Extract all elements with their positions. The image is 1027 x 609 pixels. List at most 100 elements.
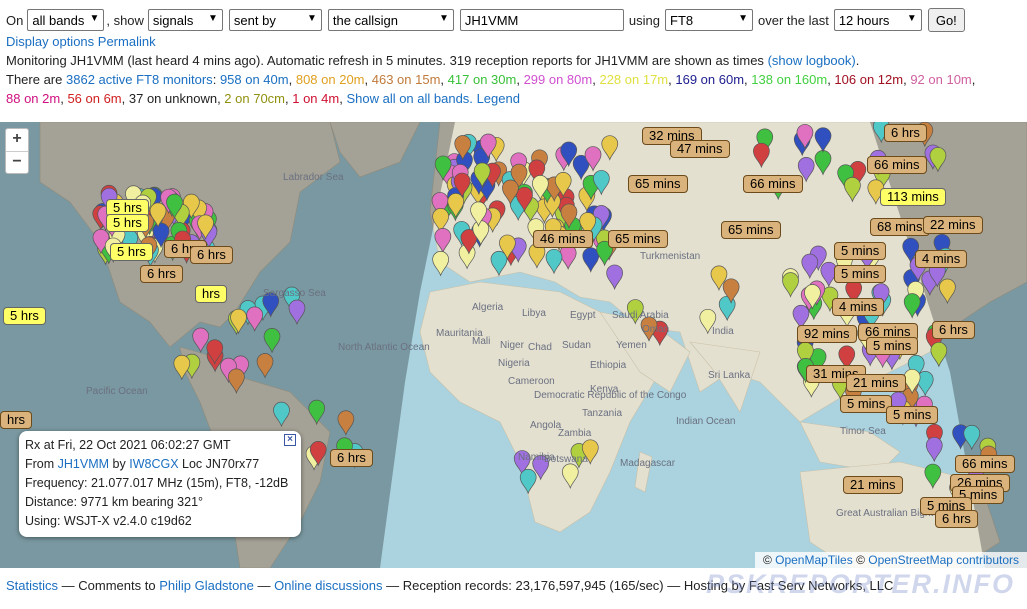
band-counts-list-3: 2 on 70cm, 1 on 4m, (224, 91, 347, 106)
band-count: 463 on 15m (371, 72, 441, 87)
report-age-label[interactable]: 92 mins (797, 325, 857, 343)
reception-map[interactable]: Labrador Sea Sargasso Sea North Atlantic… (0, 122, 1027, 568)
report-age-label[interactable]: 5 hrs (106, 214, 149, 232)
show-select[interactable]: signals (147, 9, 223, 31)
band-count: 228 on 17m (599, 72, 669, 87)
on-label: On (6, 12, 24, 28)
monitors-colon: : (212, 72, 217, 87)
report-age-label[interactable]: 22 mins (923, 216, 983, 234)
show-select-wrap[interactable]: signals ▼ (147, 9, 223, 31)
statistics-link[interactable]: Statistics (6, 578, 58, 593)
footer-text: — (257, 578, 271, 593)
report-age-label[interactable]: 66 mins (867, 156, 927, 174)
band-count: 56 on 6m (67, 91, 122, 106)
band-count: 958 on 40m (219, 72, 289, 87)
report-age-label[interactable]: 47 mins (670, 140, 730, 158)
popup-distance: Distance: 9771 km bearing 321° (25, 495, 204, 509)
report-age-label[interactable]: 66 mins (955, 455, 1015, 473)
online-discussions-link[interactable]: Online discussions (274, 578, 382, 593)
report-age-label[interactable]: 6 hrs (932, 321, 975, 339)
monitors-prefix: There are (6, 72, 63, 87)
popup-by-callsign-link[interactable]: IW8CGX (129, 457, 178, 471)
zoom-in-button[interactable]: + (6, 129, 28, 151)
mode-select-wrap[interactable]: FT8 ▼ (665, 9, 753, 31)
place-label: Egypt (570, 310, 596, 321)
report-age-label[interactable]: 65 mins (608, 230, 668, 248)
openmaptiles-link[interactable]: OpenMapTiles (775, 553, 853, 567)
period-select-wrap[interactable]: 12 hours ▼ (833, 9, 922, 31)
zoom-out-button[interactable]: − (6, 151, 28, 173)
place-label: Timor Sea (840, 426, 886, 437)
band-count: 169 on 60m (675, 72, 745, 87)
map-marker-icon[interactable] (432, 251, 449, 277)
band-select-wrap[interactable]: all bands ▼ (27, 9, 105, 31)
popup-frequency: Frequency: 21.077.017 MHz (15m), FT8, -1… (25, 476, 289, 490)
report-age-label[interactable]: 68 mins (870, 218, 930, 236)
target-select-wrap[interactable]: the callsign ▼ (327, 9, 454, 31)
go-button[interactable]: Go! (927, 8, 965, 32)
place-label: Indian Ocean (676, 416, 736, 427)
report-age-label[interactable]: 5 mins (834, 265, 887, 283)
report-age-label[interactable]: 6 hrs (330, 449, 373, 467)
direction-select-wrap[interactable]: sent by ▼ (228, 9, 322, 31)
place-label: Angola (530, 420, 562, 431)
report-age-label[interactable]: 6 hrs (935, 510, 978, 528)
band-select[interactable]: all bands (27, 9, 105, 31)
report-age-label[interactable]: hrs (0, 411, 33, 429)
map-marker-icon[interactable] (930, 342, 948, 368)
direction-select[interactable]: sent by (228, 9, 322, 31)
report-age-label[interactable]: hrs (195, 285, 228, 303)
report-age-label[interactable]: 6 hrs (190, 246, 233, 264)
report-age-label[interactable]: 21 mins (843, 476, 903, 494)
place-label: Cameroon (508, 376, 555, 387)
report-age-label[interactable]: 5 mins (866, 337, 919, 355)
options-links: Display options Permalink (6, 34, 156, 49)
report-age-label[interactable]: 6 hrs (140, 265, 183, 283)
show-logbook-link[interactable]: (show logbook) (768, 53, 856, 68)
reception-records-text: — Reception records: 23,176,597,945 (165… (386, 578, 746, 593)
permalink-link[interactable]: Permalink (98, 34, 156, 49)
band-counts-list-2: 88 on 2m, 56 on 6m, (6, 91, 129, 106)
popup-from-label: From (25, 457, 55, 471)
show-all-bands-link[interactable]: Show all on all bands. (346, 91, 472, 106)
active-monitors-link[interactable]: 3862 active FT8 monitors (66, 72, 213, 87)
mode-select[interactable]: FT8 (665, 9, 753, 31)
place-label: Mauritania (436, 328, 483, 339)
popup-from-callsign-link[interactable]: JH1VMM (58, 457, 109, 471)
place-label: Nigeria (498, 358, 530, 369)
period-select[interactable]: 12 hours (833, 9, 922, 31)
openstreetmap-link[interactable]: OpenStreetMap contributors (868, 553, 1019, 567)
report-age-label[interactable]: 5 hrs (3, 307, 46, 325)
map-marker-icon[interactable] (925, 437, 943, 463)
report-age-label[interactable]: 66 mins (743, 175, 803, 193)
report-age-label[interactable]: 65 mins (628, 175, 688, 193)
unknown-count: 37 on unknown (128, 91, 218, 106)
band-counts-list: 958 on 40m, 808 on 20m, 463 on 15m, 417 … (219, 72, 976, 87)
callsign-input[interactable] (459, 9, 624, 31)
place-label: Oman (642, 324, 669, 335)
report-age-label[interactable]: 5 mins (886, 406, 939, 424)
close-icon[interactable]: × (284, 434, 296, 446)
report-age-label[interactable]: 113 mins (880, 188, 946, 206)
show-label: , show (106, 12, 144, 28)
target-select[interactable]: the callsign (327, 9, 454, 31)
place-label: North Atlantic Ocean (338, 342, 430, 353)
philip-gladstone-link[interactable]: Philip Gladstone (159, 578, 254, 593)
footer-text: — Comments to (61, 578, 156, 593)
display-options-link[interactable]: Display options (6, 34, 94, 49)
report-age-label[interactable]: 6 hrs (884, 124, 927, 142)
using-label: using (628, 12, 660, 28)
report-age-label[interactable]: 4 mins (832, 298, 885, 316)
report-age-label[interactable]: 4 mins (915, 250, 968, 268)
report-age-label[interactable]: 46 mins (533, 230, 593, 248)
report-age-label[interactable]: 5 hrs (110, 243, 153, 261)
map-attribution: © OpenMapTiles © OpenStreetMap contribut… (754, 552, 1027, 568)
place-label: Botswana (544, 454, 588, 465)
legend-link[interactable]: Legend (477, 91, 520, 106)
band-count: 106 on 12m (834, 72, 904, 87)
report-age-label[interactable]: 65 mins (721, 221, 781, 239)
monitoring-end: . (855, 53, 860, 68)
report-age-label[interactable]: 5 mins (840, 395, 893, 413)
report-age-label[interactable]: 21 mins (846, 374, 906, 392)
report-age-label[interactable]: 5 mins (834, 242, 887, 260)
